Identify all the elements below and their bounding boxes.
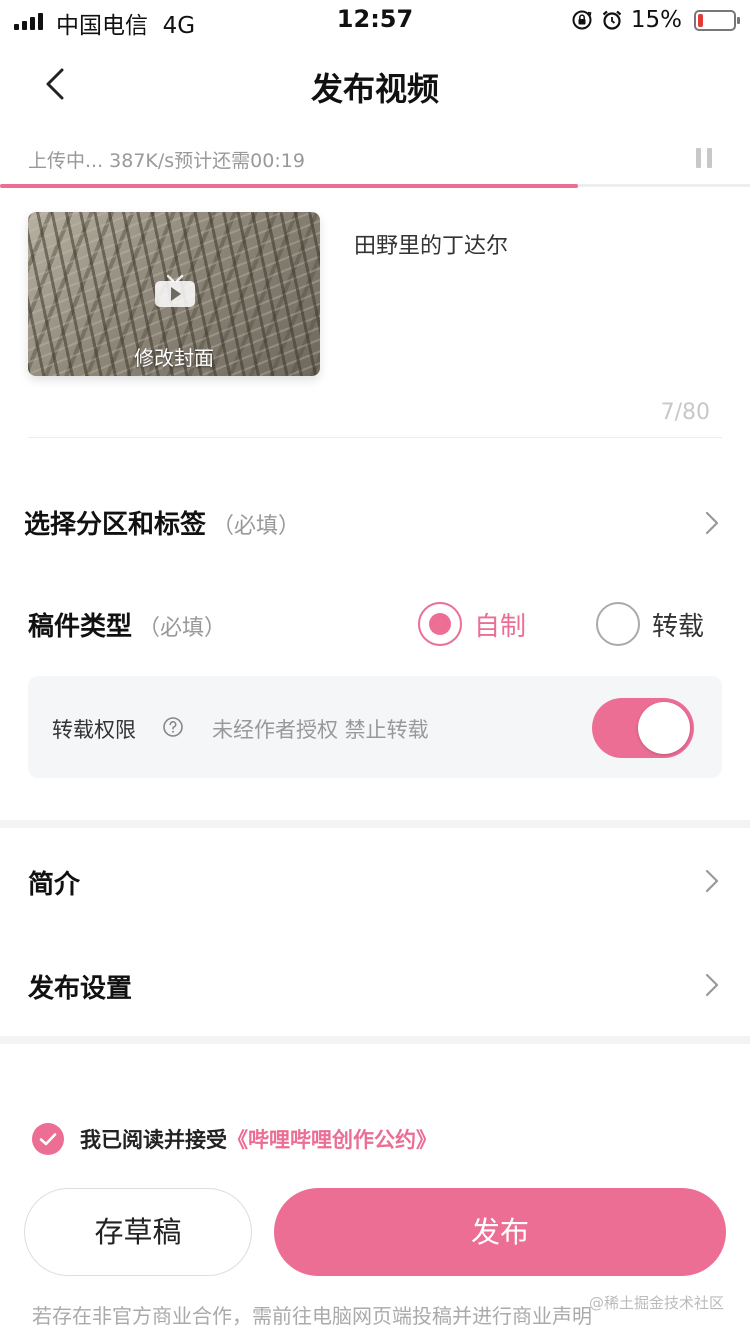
edit-cover-label: 修改封面 [134, 346, 214, 370]
toggle-knob [638, 702, 690, 754]
radio-original-label: 自制 [474, 611, 527, 642]
publish-settings-label: 发布设置 [28, 974, 133, 1004]
alarm-icon [602, 10, 622, 30]
intro-label: 简介 [28, 870, 81, 900]
permission-toggle[interactable] [592, 698, 694, 758]
agreement-checkbox[interactable] [32, 1123, 64, 1155]
battery-icon [694, 9, 740, 31]
radio-repost[interactable]: 转载 [596, 600, 704, 648]
watermark: @稀土掘金技术社区 [588, 1294, 724, 1312]
type-row: 稿件类型 （必填） 自制 转载 [0, 600, 750, 650]
title-char-count: 7/80 [660, 400, 710, 425]
upload-status-text: 上传中... 387K/s预计还需00:19 [28, 150, 305, 172]
chevron-right-icon [705, 973, 719, 997]
intro-row[interactable]: 简介 [0, 856, 750, 906]
category-row[interactable]: 选择分区和标签 （必填） [0, 496, 750, 552]
publish-settings-row[interactable]: 发布设置 [0, 960, 750, 1010]
save-draft-button[interactable]: 存草稿 [24, 1188, 252, 1276]
type-label: 稿件类型 （必填） [28, 606, 226, 643]
play-icon [155, 274, 195, 307]
permission-label: 转载权限 [52, 718, 136, 742]
category-required-hint: （必填） [212, 514, 301, 539]
page-title: 发布视频 [310, 70, 439, 108]
type-required-hint: （必填） [138, 616, 227, 641]
type-label-text: 稿件类型 [28, 612, 133, 642]
chevron-right-icon [705, 511, 719, 535]
chevron-right-icon [705, 869, 719, 893]
radio-original[interactable]: 自制 [418, 600, 526, 648]
section-separator [0, 820, 750, 828]
repost-permission-panel: 转载权限 未经作者授权 禁止转载 [28, 676, 722, 778]
category-label-text: 选择分区和标签 [24, 510, 207, 540]
pause-icon[interactable] [696, 148, 714, 168]
status-right: 15% [571, 6, 740, 34]
publish-button[interactable]: 发布 [274, 1188, 726, 1276]
divider [28, 437, 722, 438]
radio-repost-circle [596, 602, 640, 646]
video-title-input[interactable]: 田野里的丁达尔 [354, 228, 508, 260]
battery-percent: 15% [630, 7, 682, 33]
progress-track [0, 184, 750, 188]
help-icon[interactable] [162, 716, 184, 738]
progress-fill [0, 184, 578, 188]
nav-bar: 发布视频 [0, 44, 750, 124]
status-bar: 中国电信 4G 12:57 15% [0, 0, 750, 40]
radio-original-circle [418, 602, 462, 646]
section-separator [0, 1036, 750, 1044]
rotation-lock-icon [572, 10, 592, 30]
upload-progress: 上传中... 387K/s预计还需00:19 [0, 140, 750, 188]
category-label: 选择分区和标签 （必填） [24, 504, 300, 541]
radio-repost-label: 转载 [652, 611, 705, 642]
video-cover[interactable]: 修改封面 [28, 212, 320, 376]
checkmark-icon [39, 1133, 57, 1146]
permission-description: 未经作者授权 禁止转载 [212, 718, 429, 742]
agreement-row[interactable]: 我已阅读并接受 《哔哩哔哩创作公约》 [32, 1122, 437, 1156]
battery-level [698, 13, 704, 27]
agreement-text: 我已阅读并接受 [80, 1128, 227, 1152]
agreement-link[interactable]: 《哔哩哔哩创作公约》 [227, 1124, 437, 1154]
